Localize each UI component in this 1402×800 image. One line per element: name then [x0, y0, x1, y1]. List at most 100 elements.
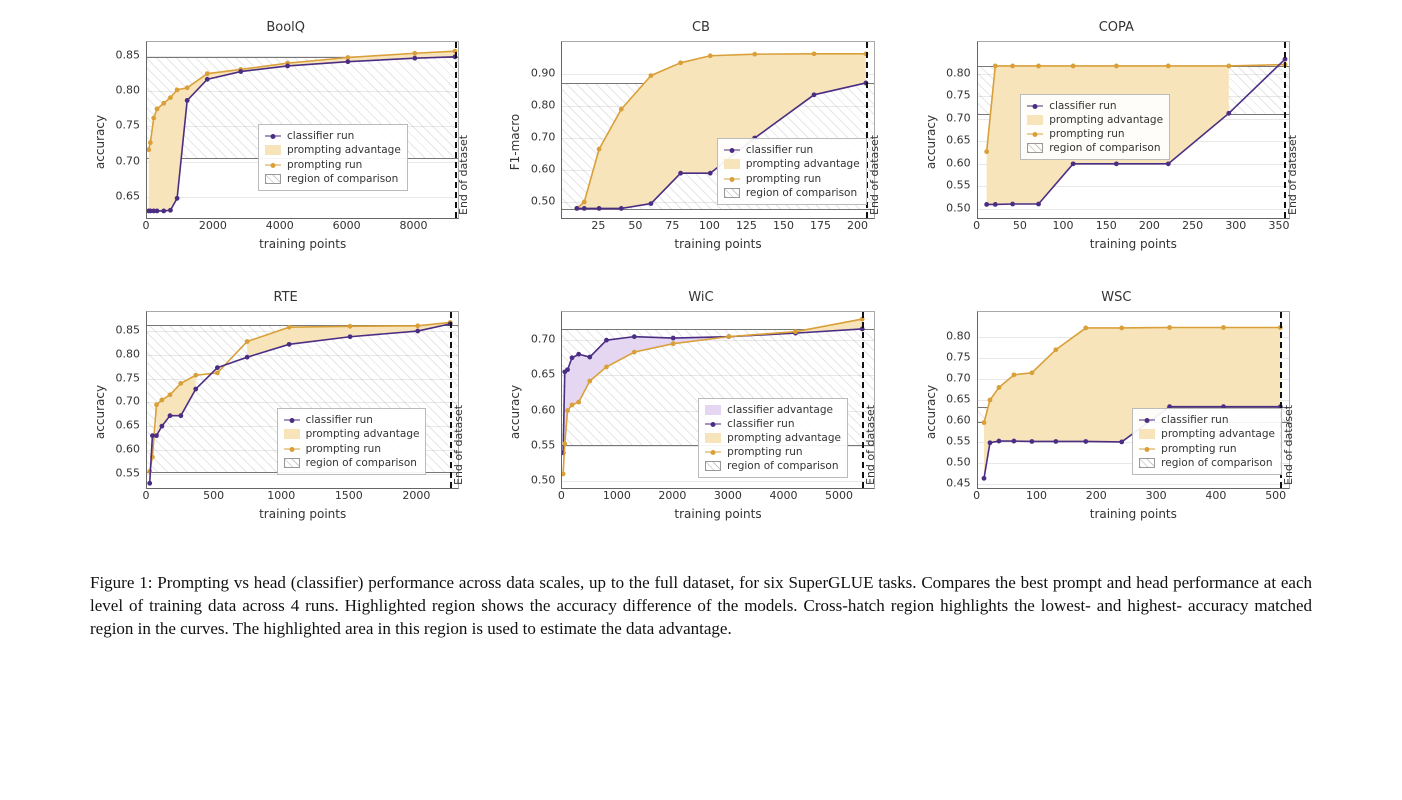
data-point [412, 51, 417, 56]
legend-swatch-icon [284, 444, 300, 454]
legend-label: prompting advantage [1161, 427, 1275, 441]
chart-panel-cb: CBF1-macroEnd of dataset0.500.600.700.80… [505, 20, 896, 280]
y-ticks: 0.500.600.700.800.90 [505, 41, 559, 219]
y-tick-label: 0.70 [116, 395, 141, 408]
y-tick-label: 0.45 [946, 476, 971, 489]
data-point [155, 209, 160, 214]
legend-label: prompting run [727, 445, 802, 459]
data-point [649, 201, 654, 206]
chart-panel-wic: WiCaccuracyEnd of dataset0.500.550.600.6… [505, 290, 896, 550]
y-tick-label: 0.70 [531, 131, 556, 144]
figure-page: BoolQaccuracyEnd of dataset0.650.700.750… [0, 0, 1402, 800]
data-point [345, 59, 350, 64]
data-point [793, 329, 798, 334]
end-of-dataset-label: End of dataset [868, 45, 881, 215]
data-point [415, 329, 420, 334]
data-point [185, 98, 190, 103]
data-point [412, 56, 417, 61]
legend-swatch-icon [1027, 129, 1043, 139]
legend-swatch-icon [284, 415, 300, 425]
data-point [1114, 161, 1119, 166]
plot-wrap: accuracyEnd of dataset0.450.500.550.600.… [921, 307, 1312, 517]
legend-swatch-icon [705, 447, 721, 457]
legend-label: classifier run [746, 143, 813, 157]
data-point [415, 323, 420, 328]
legend-label: classifier run [1049, 99, 1116, 113]
data-point [570, 355, 575, 360]
chart-title: RTE [90, 290, 481, 305]
data-point [178, 381, 183, 386]
y-tick-label: 0.55 [531, 438, 556, 451]
y-tick-label: 0.70 [116, 154, 141, 167]
x-tick-label: 175 [810, 219, 831, 232]
x-tick-label: 0 [143, 219, 150, 232]
legend: classifier runprompting advantageprompti… [1132, 408, 1282, 475]
y-tick-label: 0.80 [531, 99, 556, 112]
legend-swatch-icon [724, 159, 740, 169]
x-tick-label: 300 [1225, 219, 1246, 232]
data-point [215, 365, 220, 370]
data-point [205, 71, 210, 76]
data-point [168, 392, 173, 397]
end-of-dataset-label: End of dataset [864, 315, 877, 485]
data-point [348, 334, 353, 339]
data-point [1010, 64, 1015, 69]
plot-wrap: accuracyEnd of dataset0.650.700.750.800.… [90, 37, 481, 247]
x-tick-label: 0 [973, 489, 980, 502]
plot-wrap: accuracyEnd of dataset0.550.600.650.700.… [90, 307, 481, 517]
legend-row: region of comparison [724, 186, 860, 200]
data-point [679, 171, 684, 176]
x-tick-label: 150 [1096, 219, 1117, 232]
legend-label: prompting advantage [306, 427, 420, 441]
data-point [649, 73, 654, 78]
legend-swatch-icon [265, 160, 281, 170]
x-tick-label: 2000 [199, 219, 227, 232]
x-tick-label: 3000 [714, 489, 742, 502]
data-point [708, 53, 713, 58]
x-tick-label: 75 [665, 219, 679, 232]
y-tick-label: 0.50 [531, 473, 556, 486]
legend-swatch-icon [705, 419, 721, 429]
data-point [981, 420, 986, 425]
legend-label: prompting advantage [287, 143, 401, 157]
legend-swatch-icon [284, 458, 300, 468]
x-axis-label: training points [977, 507, 1290, 521]
figure-caption: Figure 1: Prompting vs head (classifier)… [90, 572, 1312, 641]
data-point [582, 200, 587, 205]
chart-panel-rte: RTE accuracyEnd of dataset0.550.600.650.7… [90, 290, 481, 550]
data-point [348, 324, 353, 329]
data-point [604, 365, 609, 370]
x-tick-label: 1500 [335, 489, 363, 502]
plot-wrap: F1-macroEnd of dataset0.500.600.700.800.… [505, 37, 896, 247]
data-point [588, 379, 593, 384]
data-point [178, 413, 183, 418]
legend-swatch-icon [724, 145, 740, 155]
x-tick-label: 200 [847, 219, 868, 232]
legend-row: classifier advantage [705, 403, 841, 417]
y-tick-label: 0.60 [946, 156, 971, 169]
data-point [619, 206, 624, 211]
x-tick-label: 50 [1013, 219, 1027, 232]
legend: classifier runprompting advantageprompti… [717, 138, 867, 205]
x-tick-label: 250 [1182, 219, 1203, 232]
x-tick-label: 1000 [603, 489, 631, 502]
legend-swatch-icon [1027, 101, 1043, 111]
x-axis-label: training points [146, 237, 459, 251]
x-tick-label: 2000 [658, 489, 686, 502]
legend-row: prompting advantage [705, 431, 841, 445]
y-tick-label: 0.65 [946, 393, 971, 406]
data-point [175, 196, 180, 201]
legend-label: classifier run [306, 413, 373, 427]
legend-label: region of comparison [1049, 141, 1160, 155]
x-tick-label: 500 [1265, 489, 1286, 502]
data-point [619, 107, 624, 112]
y-tick-label: 0.75 [116, 119, 141, 132]
data-point [604, 338, 609, 343]
legend-row: prompting run [1139, 442, 1275, 456]
plot-wrap: accuracyEnd of dataset0.500.550.600.650.… [921, 37, 1312, 247]
end-of-dataset-label: End of dataset [1286, 45, 1299, 215]
data-point [161, 209, 166, 214]
data-point [155, 106, 160, 111]
data-point [588, 355, 593, 360]
data-point [238, 69, 243, 74]
